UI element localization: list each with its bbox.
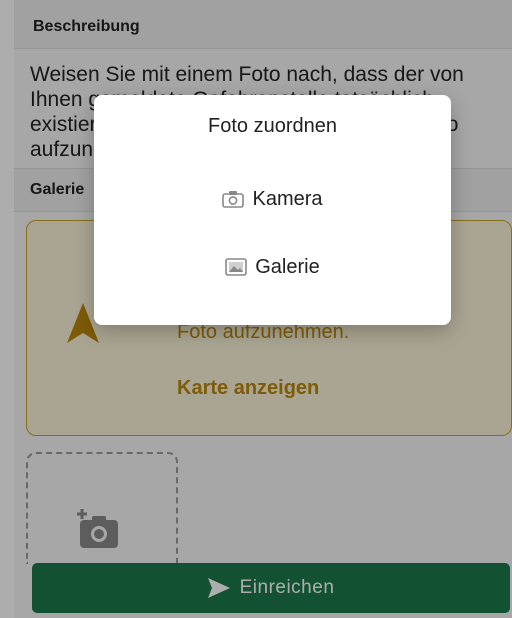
gallery-option[interactable]: Galerie bbox=[94, 245, 451, 289]
gallery-option-label: Galerie bbox=[255, 255, 320, 278]
camera-option[interactable]: Kamera bbox=[94, 177, 451, 221]
camera-option-label: Kamera bbox=[252, 187, 323, 210]
gallery-icon bbox=[225, 258, 248, 276]
camera-icon bbox=[222, 191, 245, 208]
assign-photo-dialog: Foto zuordnen Kamera Galerie bbox=[94, 95, 451, 325]
dialog-title: Foto zuordnen bbox=[208, 115, 337, 137]
